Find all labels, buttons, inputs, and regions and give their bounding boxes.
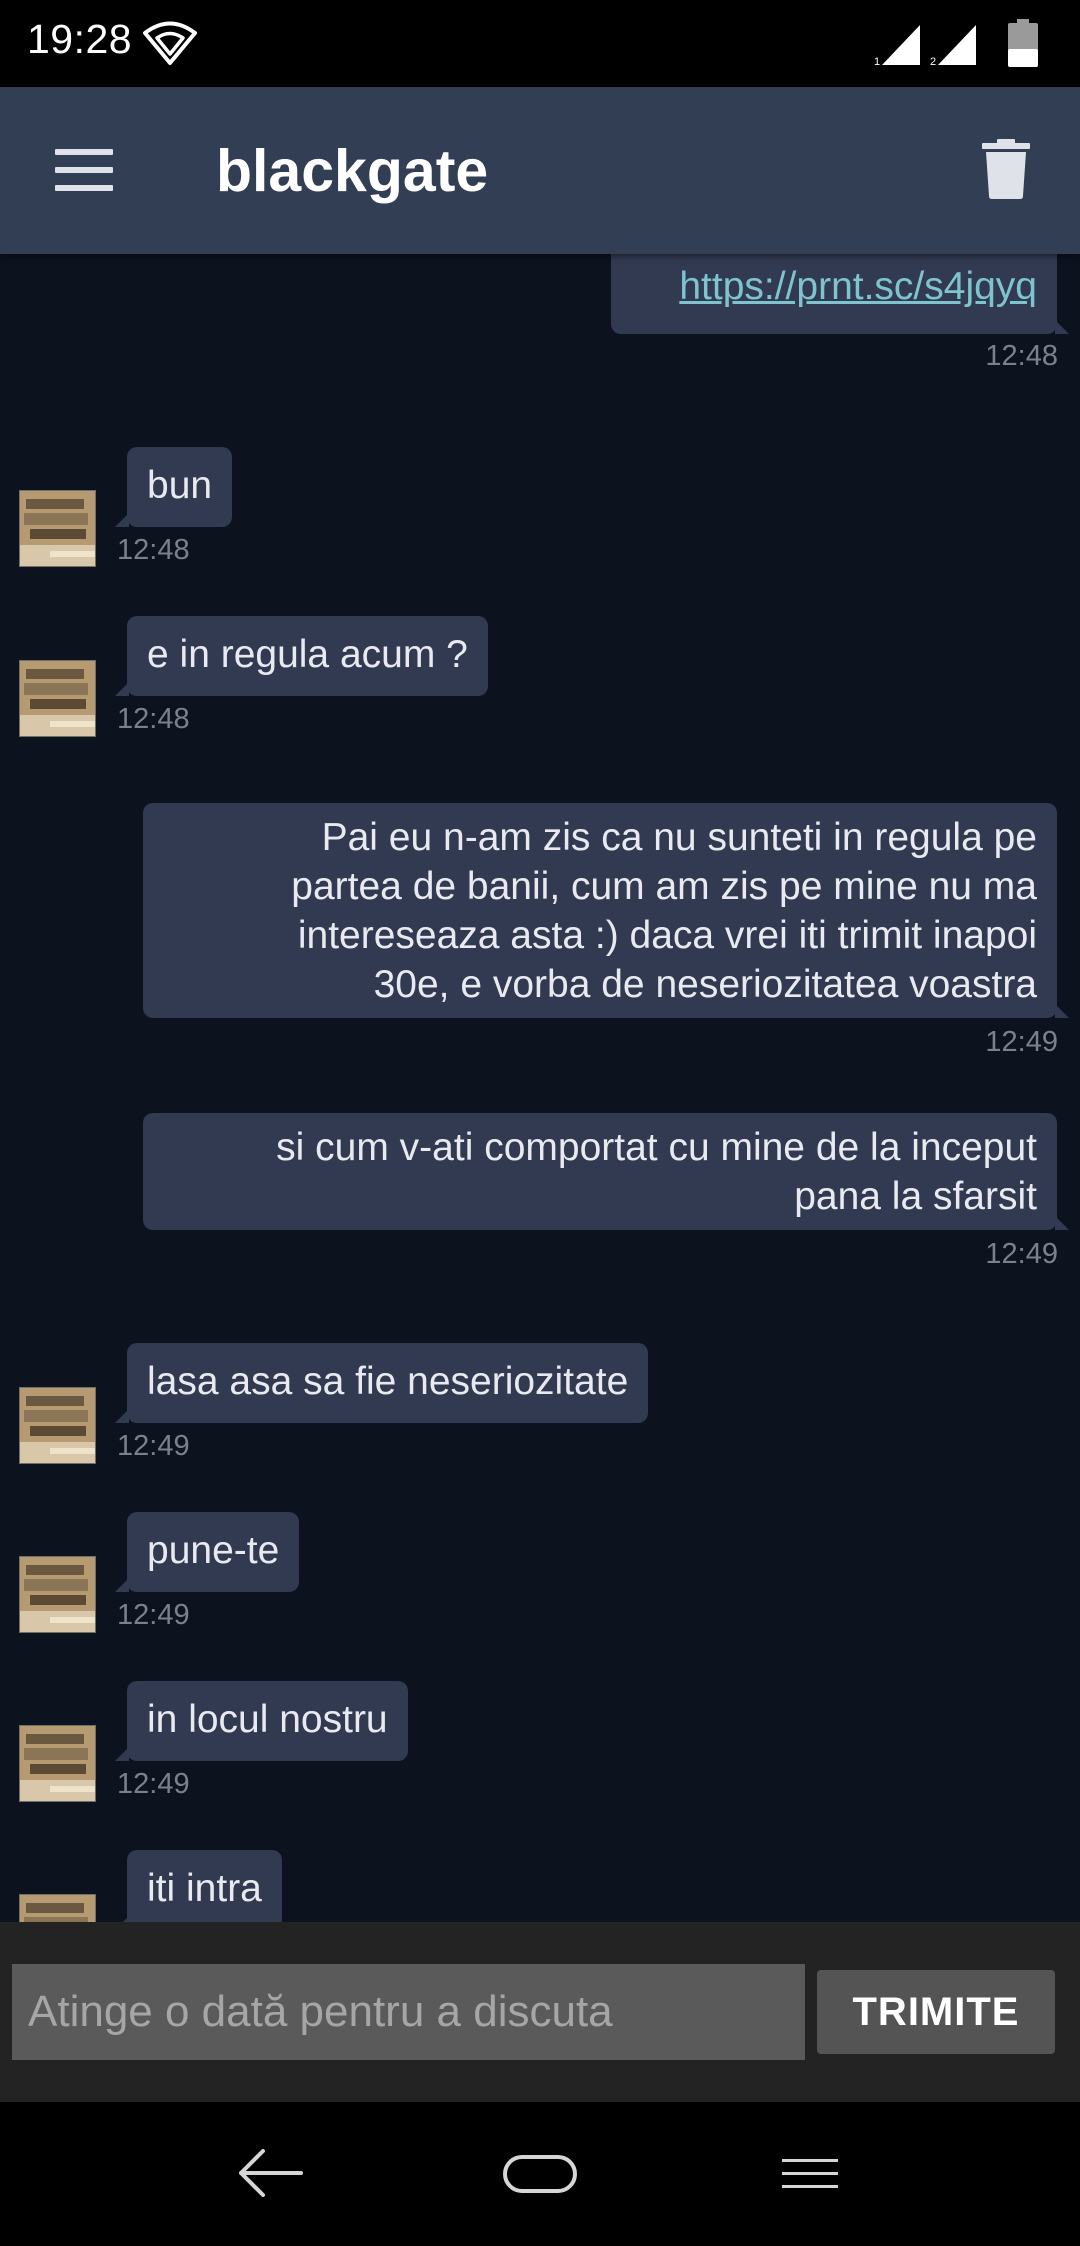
message-link[interactable]: https://prnt.sc/s4jqyq <box>679 265 1037 308</box>
trash-icon[interactable] <box>982 139 1030 199</box>
message-text: bun <box>147 464 213 507</box>
message-text: iti intra <box>147 1867 262 1910</box>
message-bubble-incoming[interactable]: bun <box>114 447 233 527</box>
home-pill-icon[interactable] <box>503 2154 577 2194</box>
contact-avatar[interactable] <box>19 490 96 567</box>
recents-icon[interactable] <box>780 2154 840 2194</box>
message-timestamp: 12:49 <box>117 1768 190 1800</box>
signal-sim1-icon: 1 <box>874 25 920 67</box>
contact-avatar[interactable] <box>19 1894 96 1922</box>
status-bar: 19:28 1 2 <box>0 0 1080 87</box>
composer-bar: TRIMITE <box>0 1922 1080 2102</box>
message-timestamp: 12:48 <box>985 340 1058 372</box>
message-line: partea de banii, cum am zis pe mine nu m… <box>291 865 1037 908</box>
message-timestamp: 12:49 <box>985 1026 1058 1058</box>
message-text: pune-te <box>147 1529 280 1572</box>
message-input[interactable] <box>12 1964 805 2060</box>
contact-avatar[interactable] <box>19 660 96 737</box>
message-line: intereseaza asta :) daca vrei iti trimit… <box>297 914 1037 957</box>
system-nav-bar <box>0 2102 1080 2246</box>
message-bubble-incoming[interactable]: iti intra <box>115 1850 282 1922</box>
app-bar: blackgate <box>0 87 1080 254</box>
status-time: 19:28 <box>27 16 133 62</box>
message-list[interactable]: https://prnt.sc/s4jqyq 12:48 bun 12:48 e… <box>0 254 1080 1922</box>
wifi-icon <box>143 21 197 65</box>
sim2-label: 2 <box>930 56 936 67</box>
message-bubble-incoming[interactable]: lasa asa sa fie neseriozitate <box>114 1343 649 1423</box>
contact-avatar[interactable] <box>19 1556 96 1633</box>
conversation-title: blackgate <box>216 138 489 204</box>
send-button[interactable]: TRIMITE <box>817 1970 1055 2054</box>
message-text: in locul nostru <box>147 1698 388 1741</box>
message-timestamp: 12:49 <box>985 1238 1058 1270</box>
message-bubble-incoming[interactable]: e in regula acum ? <box>115 616 488 696</box>
message-timestamp: 12:48 <box>117 703 190 735</box>
message-line: si cum v-ati comportat cu mine de la inc… <box>276 1126 1037 1169</box>
message-line: Pai eu n-am zis ca nu sunteti in regula … <box>321 816 1037 859</box>
contact-avatar[interactable] <box>19 1725 96 1802</box>
contact-avatar[interactable] <box>19 1387 96 1464</box>
message-timestamp: 12:48 <box>117 534 190 566</box>
message-timestamp: 12:49 <box>117 1430 190 1462</box>
message-bubble-outgoing[interactable]: https://prnt.sc/s4jqyq <box>611 254 1069 334</box>
battery-icon <box>1008 19 1038 67</box>
signal-sim2-icon: 2 <box>930 25 976 67</box>
message-timestamp: 12:49 <box>117 1599 190 1631</box>
back-arrow-icon[interactable] <box>237 2148 303 2198</box>
message-line: pana la sfarsit <box>794 1175 1037 1218</box>
message-text: lasa asa sa fie neseriozitate <box>147 1360 629 1403</box>
message-line: 30e, e vorba de neseriozitatea voastra <box>373 963 1037 1006</box>
message-bubble-incoming[interactable]: in locul nostru <box>115 1681 408 1761</box>
message-text: e in regula acum ? <box>147 633 468 676</box>
menu-icon[interactable] <box>55 149 113 191</box>
message-bubble-incoming[interactable]: pune-te <box>114 1512 300 1592</box>
message-bubble-outgoing[interactable]: Pai eu n-am zis ca nu sunteti in regula … <box>143 803 1069 1018</box>
sim1-label: 1 <box>874 56 880 67</box>
message-bubble-outgoing[interactable]: si cum v-ati comportat cu mine de la inc… <box>143 1113 1069 1230</box>
